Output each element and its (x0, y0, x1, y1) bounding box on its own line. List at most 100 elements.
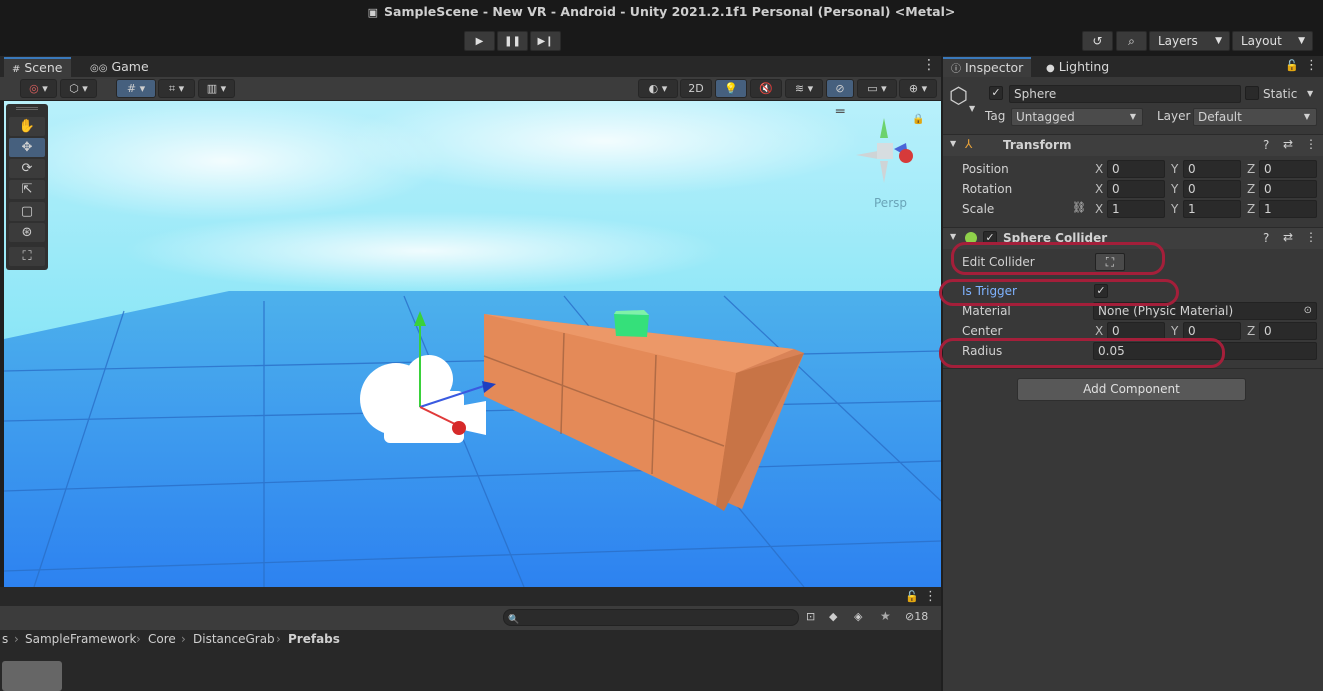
help-icon[interactable]: ? (1263, 231, 1269, 245)
gizmos-dropdown[interactable]: ⊕ ▾ (899, 79, 937, 98)
search-button[interactable]: ⌕ (1116, 31, 1147, 51)
breadcrumb-item[interactable]: Core (148, 631, 176, 647)
transform-header[interactable]: ▼ ⅄ Transform ? ⇄ ⋮ (943, 134, 1323, 156)
presets-icon[interactable]: ⇄ (1283, 137, 1293, 151)
more-options-icon[interactable]: ⋮ (1305, 58, 1318, 73)
audio-mute-icon: 🔇 (759, 82, 773, 95)
shading-mode-dropdown[interactable]: ◐ ▾ (638, 79, 678, 98)
filter-type-icon[interactable]: ◆ (829, 610, 837, 623)
scale-tool-button[interactable]: ⇱ (9, 180, 45, 199)
toggle-2d-button[interactable]: 2D (680, 79, 712, 98)
draw-mode-dropdown[interactable]: ◎ ▾ (20, 79, 57, 98)
object-name-field[interactable]: Sphere (1009, 85, 1241, 103)
help-icon[interactable]: ? (1263, 138, 1269, 152)
history-icon: ↺ (1092, 34, 1103, 48)
grid-options-dropdown[interactable]: ▥ ▾ (198, 79, 235, 98)
favorite-star-icon[interactable]: ★ (880, 609, 891, 623)
tag-label: Tag (985, 109, 1006, 123)
tab-game-label: Game (111, 59, 149, 74)
play-button[interactable]: ▶ (464, 31, 495, 51)
effects-dropdown[interactable]: ≋ ▾ (785, 79, 823, 98)
search-by-type-icon[interactable]: ⊡ (806, 610, 815, 623)
ruler-icon: ▥ (206, 82, 218, 95)
tag-dropdown[interactable]: Untagged ▼ (1011, 108, 1143, 126)
rect-tool-button[interactable]: ▢ (9, 202, 45, 221)
prefab-thumbnail[interactable] (2, 661, 62, 691)
breadcrumb-item[interactable]: DistanceGrab (193, 631, 275, 647)
tab-lighting-label: Lighting (1058, 59, 1110, 74)
add-component-button[interactable]: Add Component (1017, 378, 1246, 401)
hidden-objects-toggle[interactable]: ⊘ (826, 79, 854, 98)
rotate-icon: ⟳ (21, 161, 33, 176)
chevron-down-icon: ▼ (1298, 36, 1305, 46)
tab-inspector[interactable]: ⓘ Inspector (943, 57, 1032, 77)
more-options-icon[interactable]: ⋮ (922, 57, 936, 73)
scale-y-field[interactable]: 1 (1183, 200, 1241, 218)
step-button[interactable]: ▶❙ (530, 31, 561, 51)
chevron-down-icon[interactable]: ▼ (1307, 89, 1313, 98)
layer-dropdown[interactable]: Default ▼ (1193, 108, 1317, 126)
rotation-label: Rotation (962, 182, 1013, 196)
rotation-y-field[interactable]: 0 (1183, 180, 1241, 198)
breadcrumb-item[interactable]: s (2, 631, 8, 647)
scene-viewport[interactable]: ═ 🔒 Persp (4, 101, 941, 587)
tab-game[interactable]: ◎◎ Game (82, 57, 157, 77)
more-options-icon[interactable]: ⋮ (924, 589, 937, 604)
active-checkbox[interactable]: ✓ (989, 86, 1003, 100)
more-options-icon[interactable]: ⋮ (1305, 230, 1317, 244)
move-icon: ✥ (21, 140, 33, 155)
grid-snap-toggle[interactable]: # ▾ (116, 79, 156, 98)
lock-icon[interactable]: 🔓 (905, 590, 919, 603)
breadcrumb-item[interactable]: SampleFramework (25, 631, 136, 647)
static-checkbox[interactable] (1245, 86, 1259, 100)
more-options-icon[interactable]: ⋮ (1305, 137, 1317, 151)
rotation-x-field[interactable]: 0 (1107, 180, 1165, 198)
orientation-gizmo[interactable] (854, 113, 914, 183)
link-icon[interactable]: ⛓ (1072, 201, 1086, 214)
label-icon[interactable]: ◈ (854, 610, 862, 623)
scale-row: Scale ⛓ X 1 Y 1 Z 1 (943, 199, 1323, 219)
rotation-z-field[interactable]: 0 (1259, 180, 1317, 198)
pause-button[interactable]: ❚❚ (497, 31, 528, 51)
layers-stack-icon: ≋ (794, 82, 805, 95)
hidden-packages-toggle[interactable]: ⊘18 (905, 610, 928, 623)
project-search-input[interactable]: 🔍 (503, 609, 799, 626)
scale-z-field[interactable]: 1 (1259, 200, 1317, 218)
move-tool-button[interactable]: ✥ (9, 138, 45, 157)
tab-scene[interactable]: # Scene (4, 57, 71, 77)
layout-dropdown[interactable]: Layout ▼ (1232, 31, 1313, 51)
transform-tool-button[interactable]: ⊛ (9, 223, 45, 242)
gameobject-cube-icon[interactable]: ⬡ (949, 84, 968, 109)
hand-tool-button[interactable]: ✋ (9, 117, 45, 136)
center-z-field[interactable]: 0 (1259, 322, 1317, 340)
axis-y-label: Y (1171, 202, 1179, 216)
increment-snap-dropdown[interactable]: ⌗ ▾ (158, 79, 195, 98)
transform-title: Transform (1003, 138, 1072, 152)
chevron-down-icon[interactable]: ▼ (969, 104, 975, 113)
scale-x-field[interactable]: 1 (1107, 200, 1165, 218)
drag-handle-icon[interactable] (16, 107, 38, 110)
lighting-toggle[interactable]: 💡 (715, 79, 747, 98)
lock-icon[interactable]: 🔓 (1285, 59, 1299, 72)
viewport-menu-icon[interactable]: ═ (836, 104, 844, 120)
presets-icon[interactable]: ⇄ (1283, 230, 1293, 244)
scene-camera-dropdown[interactable]: ⬡ ▾ (60, 79, 97, 98)
position-z-field[interactable]: 0 (1259, 160, 1317, 178)
chevron-down-icon: ▼ (1303, 112, 1310, 121)
hand-icon: ✋ (18, 119, 36, 134)
hidden-count: 18 (914, 610, 929, 623)
position-y-field[interactable]: 0 (1183, 160, 1241, 178)
camera-settings-dropdown[interactable]: ▭ ▾ (857, 79, 897, 98)
inspector-panel: ⓘ Inspector ● Lighting 🔓 ⋮ ⬡ ▼ ✓ Sphere … (939, 56, 1323, 691)
history-button[interactable]: ↺ (1082, 31, 1113, 51)
object-picker-icon[interactable]: ⊙ (1304, 303, 1312, 319)
globe-icon: ⊕ (908, 82, 919, 95)
breadcrumb-item-current[interactable]: Prefabs (288, 631, 340, 647)
layers-dropdown[interactable]: Layers ▼ (1149, 31, 1230, 51)
persp-label[interactable]: Persp (874, 196, 907, 210)
tab-lighting[interactable]: ● Lighting (1038, 57, 1117, 77)
custom-tool-button[interactable]: ⛶ (9, 247, 45, 266)
audio-toggle[interactable]: 🔇 (750, 79, 782, 98)
rotate-tool-button[interactable]: ⟳ (9, 159, 45, 178)
position-x-field[interactable]: 0 (1107, 160, 1165, 178)
